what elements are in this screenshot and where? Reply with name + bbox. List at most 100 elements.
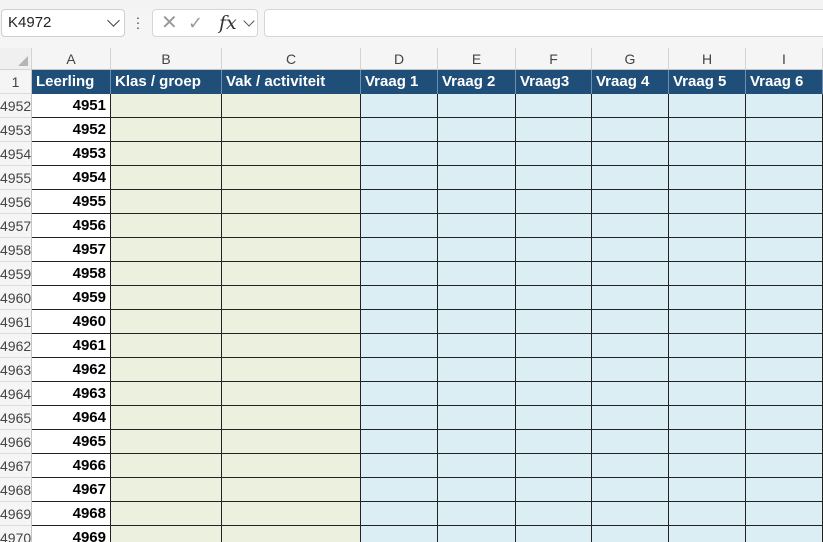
table-cell[interactable]: [516, 310, 592, 334]
row-header[interactable]: 4966: [0, 430, 32, 454]
table-cell[interactable]: [438, 358, 516, 382]
table-cell[interactable]: [222, 118, 361, 142]
table-cell[interactable]: [438, 382, 516, 406]
table-cell[interactable]: [438, 190, 516, 214]
table-cell[interactable]: [746, 358, 823, 382]
table-cell[interactable]: [746, 334, 823, 358]
table-cell[interactable]: [746, 142, 823, 166]
column-header-a[interactable]: A: [32, 48, 111, 70]
insert-function-icon[interactable]: fx: [219, 12, 237, 34]
table-cell[interactable]: [111, 478, 222, 502]
spreadsheet-grid[interactable]: A B C D E F G H I 1 Leerling Klas / groep Vak / acti…: [0, 48, 823, 542]
table-cell[interactable]: [222, 94, 361, 118]
row-header[interactable]: 4952: [0, 94, 32, 118]
leerling-cell[interactable]: 4965: [32, 430, 111, 454]
table-cell[interactable]: [361, 502, 438, 526]
table-cell[interactable]: [111, 118, 222, 142]
table-cell[interactable]: [669, 262, 746, 286]
table-cell[interactable]: [361, 214, 438, 238]
header-cell-h[interactable]: Vraag 5: [669, 70, 746, 94]
column-header-g[interactable]: G: [592, 48, 669, 70]
table-cell[interactable]: [438, 454, 516, 478]
table-cell[interactable]: [361, 238, 438, 262]
leerling-cell[interactable]: 4969: [32, 526, 111, 542]
table-cell[interactable]: [592, 166, 669, 190]
table-cell[interactable]: [361, 166, 438, 190]
table-cell[interactable]: [438, 142, 516, 166]
table-cell[interactable]: [111, 190, 222, 214]
table-cell[interactable]: [361, 478, 438, 502]
table-cell[interactable]: [669, 142, 746, 166]
table-cell[interactable]: [361, 358, 438, 382]
table-cell[interactable]: [111, 214, 222, 238]
leerling-cell[interactable]: 4958: [32, 262, 111, 286]
table-cell[interactable]: [669, 334, 746, 358]
table-cell[interactable]: [361, 382, 438, 406]
table-cell[interactable]: [516, 94, 592, 118]
table-cell[interactable]: [222, 286, 361, 310]
row-header[interactable]: 4963: [0, 358, 32, 382]
table-cell[interactable]: [669, 478, 746, 502]
table-cell[interactable]: [516, 238, 592, 262]
expand-chevron-icon[interactable]: [243, 15, 255, 27]
table-cell[interactable]: [222, 358, 361, 382]
table-cell[interactable]: [592, 118, 669, 142]
table-cell[interactable]: [222, 262, 361, 286]
header-cell-d[interactable]: Vraag 1: [361, 70, 438, 94]
formula-input[interactable]: [264, 9, 823, 37]
table-cell[interactable]: [669, 190, 746, 214]
header-cell-b[interactable]: Klas / groep: [111, 70, 222, 94]
table-cell[interactable]: [222, 238, 361, 262]
row-header[interactable]: 4959: [0, 262, 32, 286]
leerling-cell[interactable]: 4967: [32, 478, 111, 502]
table-cell[interactable]: [669, 406, 746, 430]
table-cell[interactable]: [516, 382, 592, 406]
table-cell[interactable]: [222, 430, 361, 454]
table-cell[interactable]: [361, 430, 438, 454]
table-cell[interactable]: [361, 406, 438, 430]
table-cell[interactable]: [438, 526, 516, 542]
table-cell[interactable]: [516, 118, 592, 142]
row-header[interactable]: 4953: [0, 118, 32, 142]
table-cell[interactable]: [592, 214, 669, 238]
table-cell[interactable]: [516, 454, 592, 478]
row-header[interactable]: 4969: [0, 502, 32, 526]
table-cell[interactable]: [669, 358, 746, 382]
table-cell[interactable]: [438, 286, 516, 310]
table-cell[interactable]: [746, 286, 823, 310]
table-cell[interactable]: [746, 94, 823, 118]
row-header[interactable]: 4964: [0, 382, 32, 406]
leerling-cell[interactable]: 4968: [32, 502, 111, 526]
table-cell[interactable]: [746, 118, 823, 142]
table-cell[interactable]: [111, 94, 222, 118]
table-cell[interactable]: [746, 238, 823, 262]
select-all-corner[interactable]: [0, 48, 32, 70]
table-cell[interactable]: [516, 526, 592, 542]
table-cell[interactable]: [669, 430, 746, 454]
table-cell[interactable]: [669, 286, 746, 310]
leerling-cell[interactable]: 4960: [32, 310, 111, 334]
table-cell[interactable]: [592, 334, 669, 358]
leerling-cell[interactable]: 4959: [32, 286, 111, 310]
table-cell[interactable]: [746, 214, 823, 238]
column-header-f[interactable]: F: [516, 48, 592, 70]
table-cell[interactable]: [516, 286, 592, 310]
table-cell[interactable]: [222, 310, 361, 334]
table-cell[interactable]: [669, 238, 746, 262]
column-header-d[interactable]: D: [361, 48, 438, 70]
table-cell[interactable]: [669, 502, 746, 526]
table-cell[interactable]: [438, 502, 516, 526]
table-cell[interactable]: [111, 454, 222, 478]
table-cell[interactable]: [111, 526, 222, 542]
table-cell[interactable]: [111, 238, 222, 262]
row-header[interactable]: 4955: [0, 166, 32, 190]
table-cell[interactable]: [111, 502, 222, 526]
table-cell[interactable]: [669, 166, 746, 190]
row-header[interactable]: 4958: [0, 238, 32, 262]
table-cell[interactable]: [361, 94, 438, 118]
leerling-cell[interactable]: 4966: [32, 454, 111, 478]
table-cell[interactable]: [746, 430, 823, 454]
table-cell[interactable]: [438, 214, 516, 238]
header-cell-a[interactable]: Leerling: [32, 70, 111, 94]
table-cell[interactable]: [516, 214, 592, 238]
